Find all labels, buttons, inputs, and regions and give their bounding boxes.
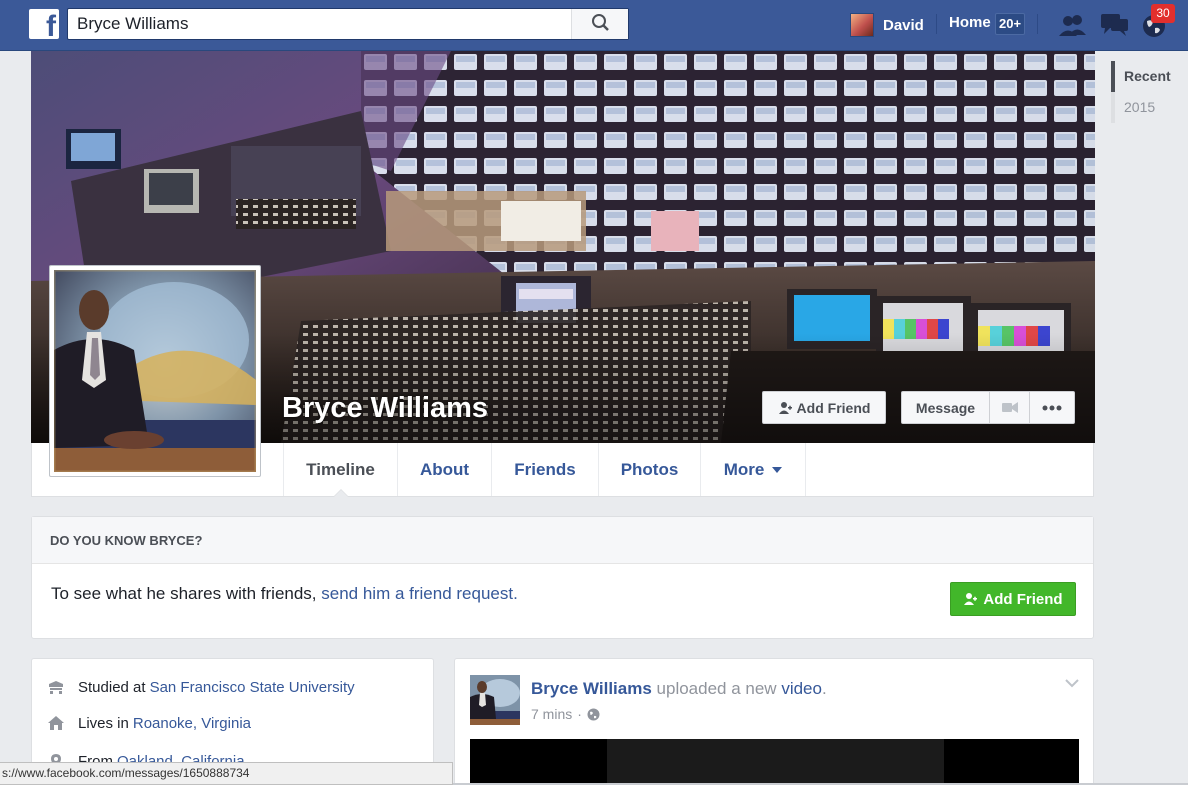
meta-separator: · [577, 706, 582, 722]
post-video-link[interactable]: video [781, 679, 822, 698]
message-label: Message [915, 399, 976, 416]
friend-requests-icon[interactable] [1058, 12, 1088, 38]
post-options-chevron-icon[interactable] [1065, 679, 1079, 688]
intro-lives: Lives in Roanoke, Virginia [48, 712, 251, 734]
video-camera-icon [1001, 402, 1018, 413]
message-button[interactable]: Message [901, 391, 990, 424]
video-call-button[interactable] [989, 391, 1030, 424]
browser-status-url: s://www.facebook.com/messages/1650888734 [0, 762, 453, 785]
video-frame [607, 739, 944, 785]
friend-request-prompt: DO YOU KNOW BRYCE? To see what he shares… [31, 516, 1094, 639]
tab-timeline[interactable]: Timeline [283, 443, 397, 497]
search-icon [592, 14, 609, 31]
tab-label: Timeline [306, 459, 375, 479]
post-period: . [821, 679, 827, 698]
nav-divider [936, 14, 937, 34]
messages-icon[interactable] [1100, 12, 1130, 38]
video-player[interactable] [470, 739, 1079, 785]
post-headline: Bryce Williams uploaded a new video. [531, 679, 827, 699]
prompt-text: To see what he shares with friends, send… [51, 584, 518, 604]
top-bar: f David Home 20+ 30 [0, 0, 1188, 51]
active-tab-indicator [332, 489, 349, 497]
add-friend-label: Add Friend [983, 590, 1063, 608]
post-avatar-image [470, 675, 520, 725]
year-nav-recent[interactable]: Recent [1111, 61, 1171, 92]
intro-education: Studied at San Francisco State Universit… [48, 676, 355, 698]
add-friend-button-green[interactable]: Add Friend [950, 582, 1076, 616]
user-name: David [883, 16, 924, 34]
profile-link[interactable]: David [850, 12, 924, 38]
send-friend-request-link[interactable]: send him a friend request. [321, 584, 518, 603]
add-friend-button[interactable]: Add Friend [762, 391, 886, 424]
profile-picture[interactable] [49, 265, 261, 477]
home-icon [48, 716, 64, 730]
education-icon [49, 681, 63, 694]
add-friend-icon [778, 401, 792, 414]
tab-label: More [723, 459, 765, 479]
timeline-year-nav: Recent 2015 [1111, 61, 1171, 123]
current-city-link[interactable]: Roanoke, Virginia [133, 715, 251, 732]
add-friend-icon [964, 593, 978, 605]
intro-label: Studied at [78, 678, 146, 696]
tab-friends[interactable]: Friends [491, 443, 598, 496]
prompt-heading: DO YOU KNOW BRYCE? [32, 517, 1093, 564]
avatar [850, 13, 874, 37]
profile-name[interactable]: Bryce Williams [282, 392, 488, 425]
home-count-badge: 20+ [995, 13, 1026, 35]
tab-photos[interactable]: Photos [598, 443, 700, 496]
post-action-text: uploaded a new [656, 679, 777, 698]
notification-badge: 30 [1151, 4, 1175, 23]
school-link[interactable]: San Francisco State University [150, 679, 355, 696]
profile-photo-image [54, 270, 256, 472]
post-author-avatar[interactable] [470, 675, 520, 725]
tab-label: Friends [514, 459, 576, 479]
tab-label: About [419, 459, 470, 479]
chevron-down-icon [772, 466, 783, 473]
add-friend-label: Add Friend [796, 399, 871, 416]
public-globe-icon[interactable] [587, 708, 600, 721]
post-meta: 7 mins · [531, 706, 600, 722]
search-box [67, 8, 629, 40]
tab-label: Photos [620, 459, 679, 479]
facebook-logo[interactable]: f [29, 9, 59, 42]
more-options-button[interactable] [1029, 391, 1075, 424]
post-timestamp[interactable]: 7 mins [531, 706, 572, 722]
timeline-post: Bryce Williams uploaded a new video. 7 m… [454, 658, 1094, 785]
tab-more[interactable]: More [700, 443, 806, 496]
post-author-name[interactable]: Bryce Williams [531, 679, 652, 698]
search-input[interactable] [68, 9, 571, 39]
prompt-text-plain: To see what he shares with friends, [51, 584, 317, 603]
tab-about[interactable]: About [397, 443, 491, 496]
intro-label: Lives in [78, 714, 129, 732]
home-link[interactable]: Home [949, 14, 991, 31]
profile-photo [54, 270, 256, 472]
year-nav-2015[interactable]: 2015 [1111, 92, 1171, 123]
more-dots-icon [1042, 405, 1062, 410]
search-button[interactable] [571, 9, 628, 39]
nav-divider [1037, 14, 1038, 34]
